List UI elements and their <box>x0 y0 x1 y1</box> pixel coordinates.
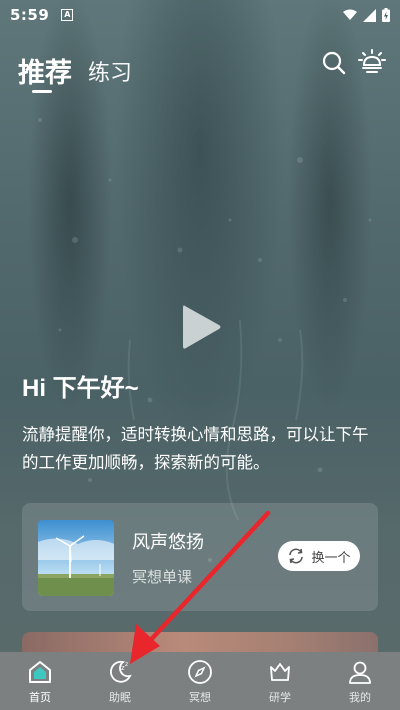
user-icon <box>349 661 371 684</box>
compass-icon <box>188 660 212 684</box>
notification-badge: A <box>61 9 74 21</box>
greeting-description: 流静提醒你，适时转换心情和思路，可以让下午的工作更加顺畅，探索新的可能。 <box>22 425 369 472</box>
swap-course-button[interactable]: 换一个 <box>278 541 360 571</box>
tab-home-label: 首页 <box>29 691 51 704</box>
wifi-icon <box>343 9 357 20</box>
tab-meditation[interactable]: 冥想 <box>160 652 240 710</box>
search-icon[interactable] <box>320 49 348 77</box>
sleep-moon-icon: z z <box>110 660 132 683</box>
top-navigation: 推荐 练习 <box>0 45 400 95</box>
tab-recommend[interactable]: 推荐 <box>18 51 72 90</box>
course-category: 冥想单课 <box>132 568 193 586</box>
bottom-tab-bar: 首页 z z 助眠 冥想 研学 我的 <box>0 652 400 710</box>
status-bar: 5:59 A <box>0 0 400 30</box>
wind-turbine-thumbnail <box>38 520 114 596</box>
tab-meditation-label: 冥想 <box>189 691 211 704</box>
swap-course-label: 换一个 <box>311 550 351 566</box>
tab-sleep[interactable]: z z 助眠 <box>80 652 160 710</box>
status-time: 5:59 <box>10 6 50 24</box>
battery-charging-icon <box>382 8 390 22</box>
light-bulb-icon[interactable] <box>358 49 386 77</box>
home-icon <box>29 661 51 683</box>
tab-study-label: 研学 <box>269 691 291 704</box>
tab-profile-label: 我的 <box>349 691 371 704</box>
tab-home[interactable]: 首页 <box>0 652 80 710</box>
recommended-course-card[interactable]: 风声悠扬 冥想单课 换一个 <box>22 503 378 611</box>
greeting-title: Hi 下午好~ <box>22 375 139 402</box>
crown-icon <box>270 663 290 681</box>
tab-study[interactable]: 研学 <box>240 652 320 710</box>
tab-profile[interactable]: 我的 <box>320 652 400 710</box>
signal-icon <box>363 8 376 22</box>
active-tab-indicator <box>32 90 52 93</box>
tab-sleep-label: 助眠 <box>109 691 131 704</box>
tab-practice[interactable]: 练习 <box>88 55 132 87</box>
refresh-icon <box>289 548 304 564</box>
course-title: 风声悠扬 <box>132 532 204 553</box>
play-icon[interactable] <box>180 302 222 352</box>
svg-text:z: z <box>125 661 128 668</box>
